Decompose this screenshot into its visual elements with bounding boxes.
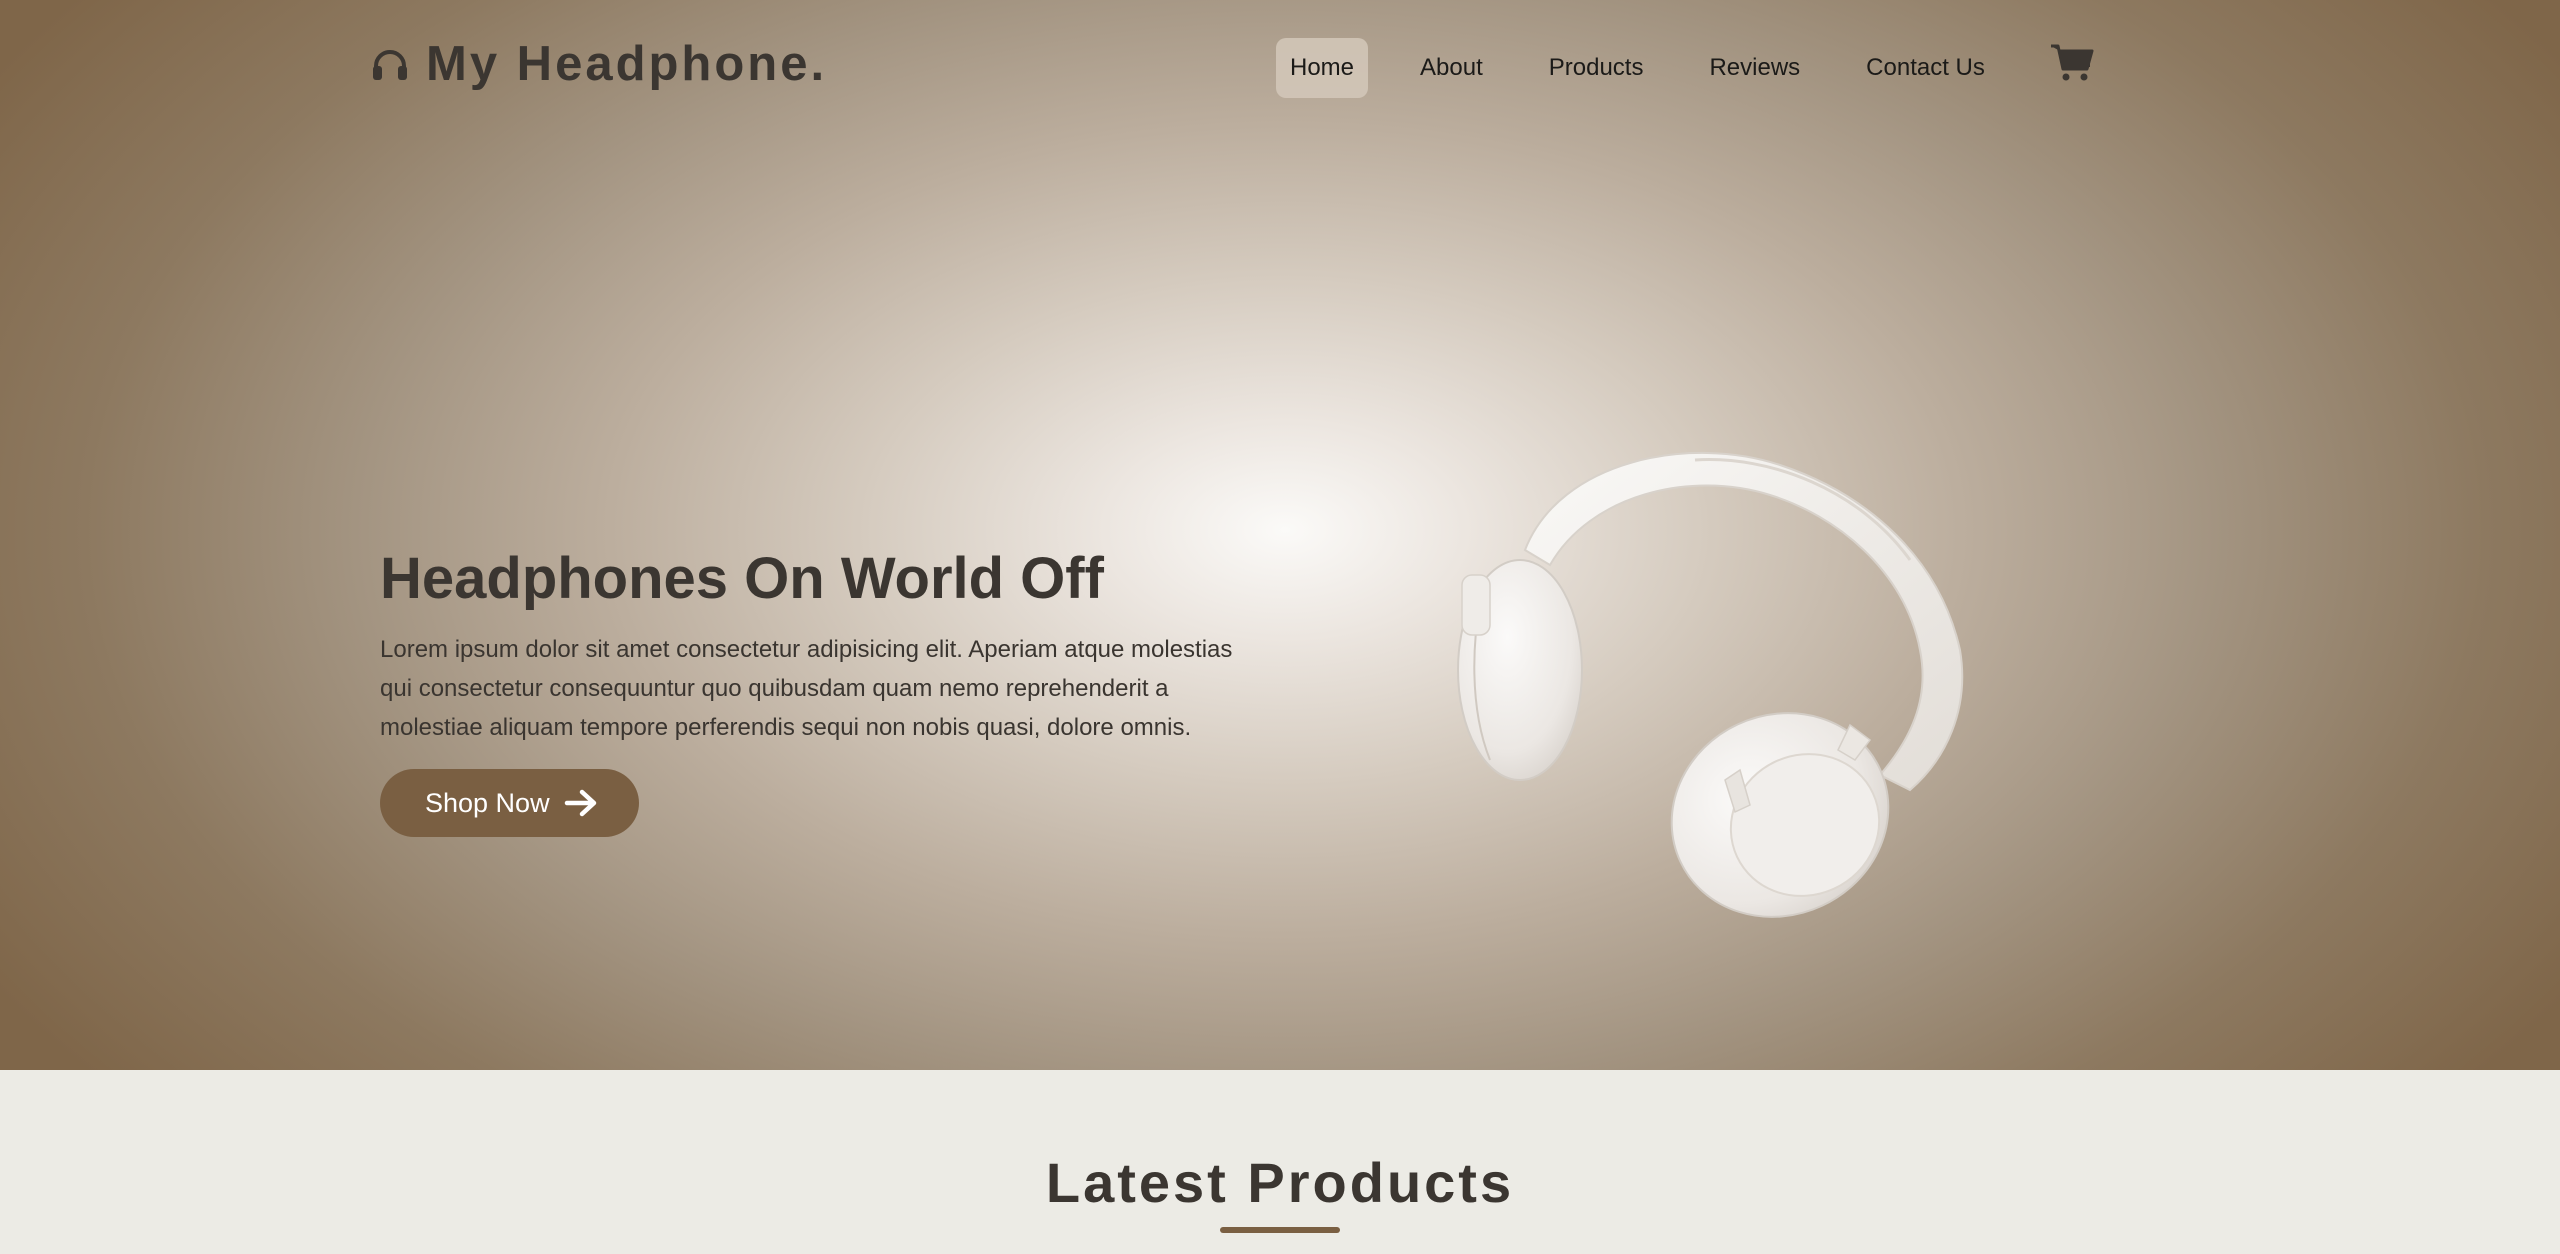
shop-now-button[interactable]: Shop Now	[380, 769, 639, 837]
nav-item-home[interactable]: Home	[1276, 38, 1369, 98]
main-nav: Home About Products Reviews Contact Us	[1276, 38, 2037, 98]
headphones-icon	[373, 50, 407, 80]
arrow-right-icon	[564, 789, 596, 817]
latest-products-title: Latest Products	[1045, 1151, 1515, 1214]
brand-name: My Headphone.	[426, 37, 828, 91]
nav-item-contact-us[interactable]: Contact Us	[1852, 38, 1999, 98]
cart-icon[interactable]	[2050, 42, 2094, 82]
nav-item-reviews[interactable]: Reviews	[1695, 38, 1814, 98]
shop-now-label: Shop Now	[425, 787, 550, 818]
nav-item-products[interactable]: Products	[1535, 38, 1658, 98]
hero-title: Headphones On World Off	[380, 546, 1104, 611]
brand-logo[interactable]: My Headphone.	[370, 34, 827, 94]
hero-section: My Headphone. Home About Products Review…	[0, 0, 2560, 1070]
headphones-image	[1457, 451, 1964, 918]
nav-item-about[interactable]: About	[1406, 38, 1497, 98]
hero-description: Lorem ipsum dolor sit amet consectetur a…	[380, 636, 1233, 741]
title-underline	[1220, 1227, 1340, 1233]
